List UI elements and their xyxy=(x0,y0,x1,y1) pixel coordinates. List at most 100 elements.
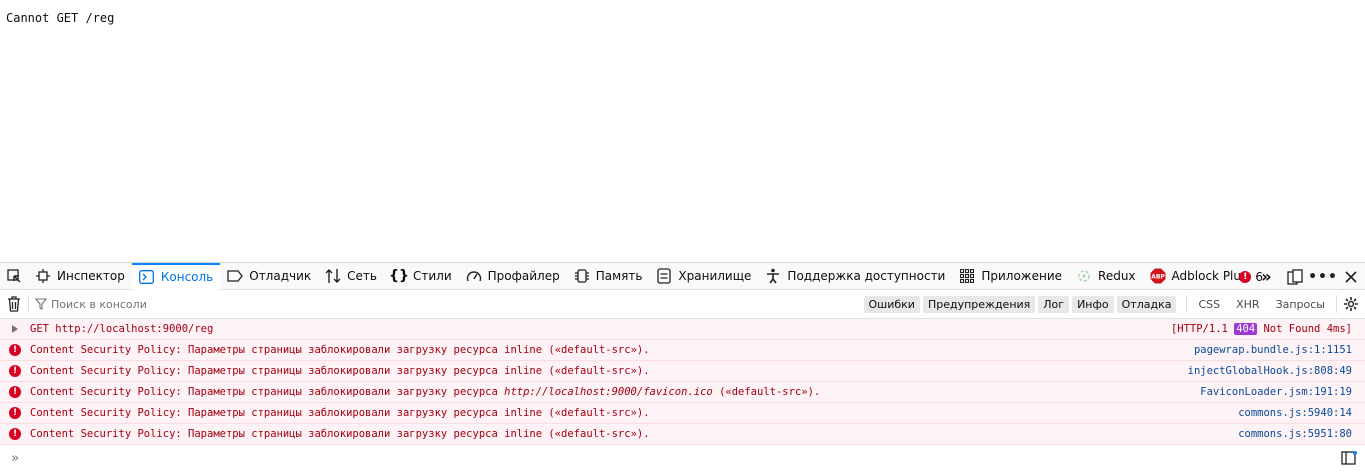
log-row-request[interactable]: GET http://localhost:9000/reg [HTTP/1.1 … xyxy=(0,319,1365,340)
tab-debugger[interactable]: Отладчик xyxy=(220,263,318,290)
log-row-error[interactable]: ! Content Security Policy: Параметры стр… xyxy=(0,424,1365,445)
abp-icon: ABP xyxy=(1150,268,1166,284)
tab-storage[interactable]: Хранилище xyxy=(649,263,758,290)
tab-adblock-plus[interactable]: ABP Adblock Plus xyxy=(1143,263,1255,290)
tab-style-editor[interactable]: {} Стили xyxy=(384,263,459,290)
error-icon: ! xyxy=(9,407,21,419)
console-search-input[interactable]: Поиск в консоли xyxy=(35,298,147,311)
filter-errors[interactable]: Ошибки xyxy=(863,295,920,313)
tab-label: Память xyxy=(595,269,643,283)
network-icon xyxy=(325,268,341,284)
error-icon: ! xyxy=(9,344,21,356)
error-count: 6 xyxy=(1255,269,1263,284)
tab-label: Поддержка доступности xyxy=(787,269,946,283)
style-editor-icon: {} xyxy=(389,268,409,284)
source-location-link[interactable]: injectGlobalHook.js:808:49 xyxy=(1188,365,1352,377)
separator xyxy=(28,295,29,313)
split-editor-icon xyxy=(1341,451,1357,465)
separator xyxy=(1186,295,1188,313)
request-text: GET http://localhost:9000/reg xyxy=(30,323,214,335)
filter-css[interactable]: CSS xyxy=(1193,296,1225,313)
console-output: GET http://localhost:9000/reg [HTTP/1.1 … xyxy=(0,319,1365,472)
filter-info[interactable]: Инфо xyxy=(1072,295,1114,313)
expand-toggle[interactable] xyxy=(0,325,30,333)
triangle-right-icon xyxy=(12,325,18,333)
tab-network[interactable]: Сеть xyxy=(318,263,384,290)
page-viewport: Cannot GET /reg xyxy=(0,0,1365,262)
editor-mode-toggle[interactable] xyxy=(1341,451,1357,468)
page-body-text: Cannot GET /reg xyxy=(6,11,115,25)
inspector-icon xyxy=(35,268,51,284)
tab-profiler[interactable]: Профайлер xyxy=(459,263,567,290)
tab-label: Отладчик xyxy=(249,269,312,283)
storage-icon xyxy=(656,268,672,284)
tab-redux[interactable]: Redux xyxy=(1069,263,1143,290)
filter-logs[interactable]: Лог xyxy=(1038,295,1070,313)
error-icon: ! xyxy=(9,386,21,398)
error-icon: ! xyxy=(1239,270,1252,283)
error-message: Content Security Policy: Параметры стран… xyxy=(30,344,650,356)
source-location-link[interactable]: FaviconLoader.jsm:191:19 xyxy=(1200,386,1352,398)
redux-icon xyxy=(1076,268,1092,284)
log-row-error[interactable]: ! Content Security Policy: Параметры стр… xyxy=(0,403,1365,424)
tab-console[interactable]: Консоль xyxy=(131,262,221,290)
svg-text:ABP: ABP xyxy=(1151,274,1165,281)
tab-label: Профайлер xyxy=(487,269,560,283)
source-location-link[interactable]: pagewrap.bundle.js:1:1151 xyxy=(1194,344,1352,356)
tab-label: Консоль xyxy=(160,270,214,284)
resource-url[interactable]: http://localhost:9000/favicon.ico xyxy=(504,386,713,398)
filter-debug[interactable]: Отладка xyxy=(1116,295,1177,313)
error-message: Content Security Policy: Параметры стран… xyxy=(30,386,821,398)
ellipsis-icon: ••• xyxy=(1308,268,1338,285)
log-row-error[interactable]: ! Content Security Policy: Параметры стр… xyxy=(0,382,1365,403)
source-location-link[interactable]: commons.js:5940:14 xyxy=(1238,407,1352,419)
devtools-panel: Инспектор Консоль Отладчик Сеть {} Стили… xyxy=(0,262,1365,475)
dock-options-button[interactable] xyxy=(1281,268,1309,285)
error-message: Content Security Policy: Параметры стран… xyxy=(30,407,650,419)
element-picker-button[interactable] xyxy=(0,268,28,284)
close-devtools-button[interactable] xyxy=(1337,270,1365,283)
toolbar-right: ! 6 ••• xyxy=(1239,263,1365,290)
tab-label: Инспектор xyxy=(57,269,125,283)
filter-requests[interactable]: Запросы xyxy=(1271,296,1330,313)
log-level-filters: Ошибки Предупреждения Лог Инфо Отладка C… xyxy=(863,290,1365,318)
tab-label: Adblock Plus xyxy=(1171,269,1248,283)
search-placeholder: Поиск в консоли xyxy=(51,297,147,311)
tab-accessibility[interactable]: Поддержка доступности xyxy=(758,263,952,290)
error-message: Content Security Policy: Параметры стран… xyxy=(30,428,650,440)
tab-inspector[interactable]: Инспектор xyxy=(28,263,132,290)
error-message: Content Security Policy: Параметры стран… xyxy=(30,365,650,377)
filter-icon xyxy=(35,298,47,310)
log-row-error[interactable]: ! Content Security Policy: Параметры стр… xyxy=(0,340,1365,361)
filter-xhr[interactable]: XHR xyxy=(1231,296,1264,313)
log-row-error[interactable]: ! Content Security Policy: Параметры стр… xyxy=(0,361,1365,382)
error-icon: ! xyxy=(9,428,21,440)
error-count-button[interactable]: ! 6 xyxy=(1239,270,1263,284)
console-settings-button[interactable] xyxy=(1337,296,1365,312)
error-icon: ! xyxy=(9,365,21,377)
element-picker-icon xyxy=(7,269,21,283)
close-icon xyxy=(1345,270,1357,283)
clear-console-button[interactable] xyxy=(0,296,28,312)
status-suffix: Not Found 4ms] xyxy=(1263,323,1352,335)
more-options-button[interactable]: ••• xyxy=(1308,268,1338,285)
profiler-icon xyxy=(466,268,482,284)
console-input[interactable]: » xyxy=(0,445,1365,472)
tab-memory[interactable]: Память xyxy=(567,263,650,290)
dock-icon xyxy=(1287,268,1303,285)
request-status[interactable]: [HTTP/1.1 404 Not Found 4ms] xyxy=(1171,323,1352,335)
application-icon xyxy=(959,268,975,284)
status-code-badge: 404 xyxy=(1234,323,1258,335)
debugger-icon xyxy=(227,268,244,284)
trash-icon xyxy=(8,296,20,312)
tab-application[interactable]: Приложение xyxy=(952,263,1069,290)
tab-label: Сеть xyxy=(347,269,377,283)
filter-warnings[interactable]: Предупреждения xyxy=(922,295,1036,313)
console-filter-bar: Поиск в консоли Ошибки Предупреждения Ло… xyxy=(0,290,1365,319)
status-prefix: [HTTP/1.1 xyxy=(1170,323,1228,335)
tab-label: Redux xyxy=(1098,269,1136,283)
tab-label: Хранилище xyxy=(678,269,752,283)
tab-label: Стили xyxy=(412,269,452,283)
prompt-chevron-icon: » xyxy=(11,451,19,466)
source-location-link[interactable]: commons.js:5951:80 xyxy=(1238,428,1352,440)
